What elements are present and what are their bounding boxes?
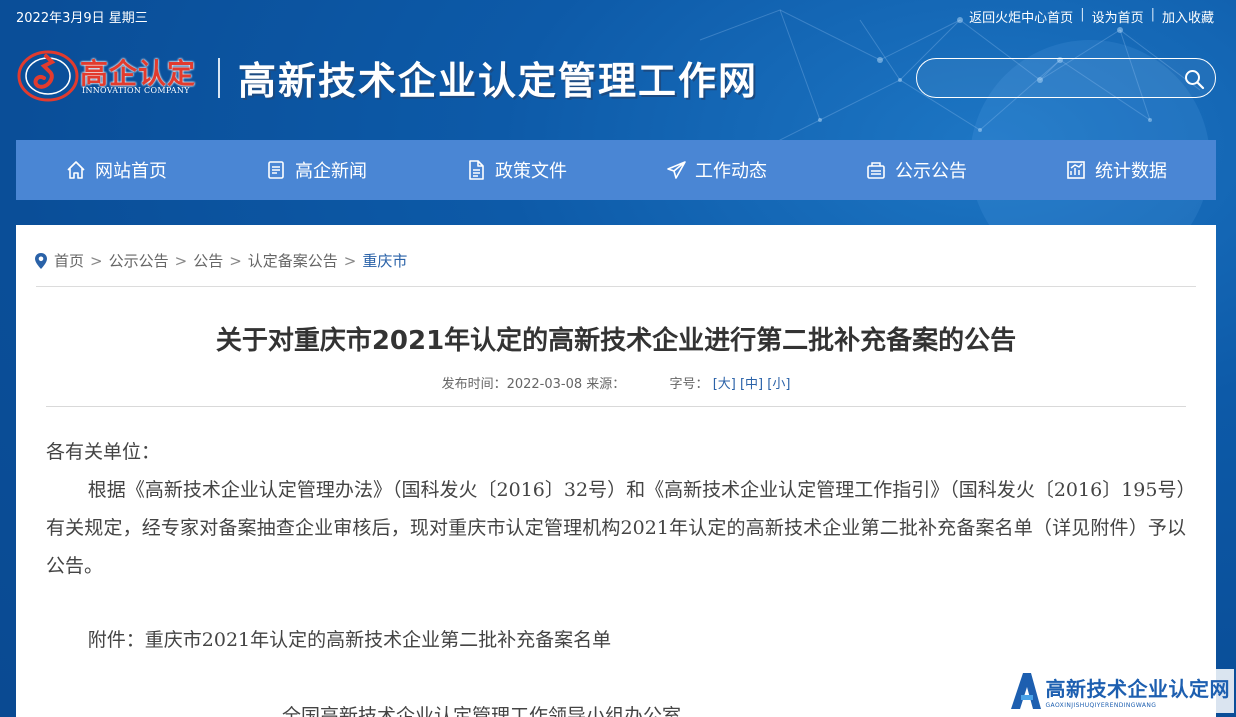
nav-item-policy[interactable]: 政策文件 — [416, 140, 616, 200]
watermark-text: 高新技术企业认定网 — [1045, 677, 1230, 701]
font-size-small-button[interactable]: [小] — [767, 377, 790, 392]
nav-label: 统计数据 — [1095, 161, 1167, 182]
attachment-line: 附件：重庆市2021年认定的高新技术企业第二批补充备案名单 — [87, 629, 612, 651]
news-icon — [268, 161, 284, 179]
divider — [46, 406, 1186, 407]
chart-icon — [1067, 161, 1085, 179]
breadcrumb-separator: > — [229, 251, 242, 270]
breadcrumb-home[interactable]: 首页 — [54, 250, 84, 271]
set-homepage-link[interactable]: 设为首页 — [1092, 7, 1144, 26]
location-pin-icon — [35, 252, 47, 269]
breadcrumb-current[interactable]: 重庆市 — [362, 250, 407, 271]
nav-item-statistics[interactable]: 统计数据 — [1016, 140, 1216, 200]
search-icon[interactable] — [1183, 68, 1205, 90]
salutation: 各有关单位： — [46, 441, 161, 463]
link-separator: | — [1080, 7, 1085, 22]
search-input[interactable] — [931, 67, 1181, 89]
nav-label: 高企新闻 — [295, 161, 367, 182]
divider — [36, 286, 1196, 287]
breadcrumb-filing-notice[interactable]: 认定备案公告 — [248, 250, 338, 271]
breadcrumb-notice[interactable]: 公告 — [193, 250, 223, 271]
article-paragraph: 根据《高新技术企业认定管理办法》（国科发火〔2016〕32号）和《高新技术企业认… — [46, 479, 1186, 577]
site-title: 高新技术企业认定管理工作网 — [238, 58, 759, 103]
article-meta: 发布时间：2022-03-08 来源： 字号： [大] [中] [小] — [16, 373, 1216, 392]
home-icon — [67, 161, 85, 179]
add-favorite-link[interactable]: 加入收藏 — [1162, 7, 1214, 26]
breadcrumb: 首页 > 公示公告 > 公告 > 认定备案公告 > 重庆市 — [34, 250, 407, 271]
signature: 全国高新技术企业认定管理工作领导小组办公室 — [282, 705, 682, 717]
watermark-logo-icon — [1010, 673, 1041, 709]
nav-label: 网站首页 — [95, 161, 167, 182]
site-watermark: 高新技术企业认定网 GAOXINJISHUQIYERENDINGWANG — [1004, 669, 1234, 713]
breadcrumb-separator: > — [343, 251, 357, 270]
nav-item-news[interactable]: 高企新闻 — [216, 140, 416, 200]
network-background-decoration — [699, 9, 1210, 240]
return-torch-center-link[interactable]: 返回火炬中心首页 — [969, 7, 1073, 26]
article-panel: 首页 > 公示公告 > 公告 > 认定备案公告 > 重庆市 关于对重庆市2021… — [16, 225, 1216, 717]
font-size-large-button[interactable]: [大] — [713, 377, 736, 392]
breadcrumb-separator: > — [90, 251, 103, 270]
top-bar: 2022年3月9日 星期三 返回火炬中心首页 | 设为首页 | 加入收藏 — [0, 0, 1236, 30]
breadcrumb-separator: > — [174, 251, 188, 270]
main-nav: 网站首页 高企新闻 政策文件 工作动态 公示公告 统计数据 — [16, 140, 1216, 200]
logo-mark-icon — [17, 50, 79, 102]
logo-divider — [218, 58, 220, 98]
current-date: 2022年3月9日 星期三 — [16, 11, 148, 26]
font-size-label: 字号： — [669, 377, 709, 392]
font-size-medium-button[interactable]: [中] — [740, 377, 763, 392]
article-body: 各有关单位： 根据《高新技术企业认定管理办法》（国科发火〔2016〕32号）和《… — [46, 433, 1186, 717]
article-title: 关于对重庆市2021年认定的高新技术企业进行第二批补充备案的公告 — [215, 326, 1017, 356]
nav-item-announcement[interactable]: 公示公告 — [816, 140, 1016, 200]
link-separator: | — [1150, 7, 1155, 22]
logo-english: INNOVATION COMPANY — [82, 86, 190, 95]
search-box — [916, 58, 1216, 98]
nav-label: 政策文件 — [495, 161, 567, 182]
nav-item-work[interactable]: 工作动态 — [616, 140, 816, 200]
document-icon — [469, 160, 484, 180]
watermark-pinyin: GAOXINJISHUQIYERENDINGWANG — [1045, 702, 1157, 709]
nav-item-home[interactable]: 网站首页 — [16, 140, 216, 200]
send-icon — [667, 161, 686, 179]
announcement-icon — [867, 162, 885, 179]
publish-info: 发布时间：2022-03-08 来源： — [441, 377, 626, 392]
breadcrumb-announcements[interactable]: 公示公告 — [109, 250, 169, 271]
nav-label: 工作动态 — [695, 161, 767, 182]
nav-label: 公示公告 — [895, 161, 967, 182]
top-links: 返回火炬中心首页 | 设为首页 | 加入收藏 — [969, 7, 1214, 26]
site-logo[interactable]: 高企认定 INNOVATION COMPANY — [16, 44, 216, 106]
